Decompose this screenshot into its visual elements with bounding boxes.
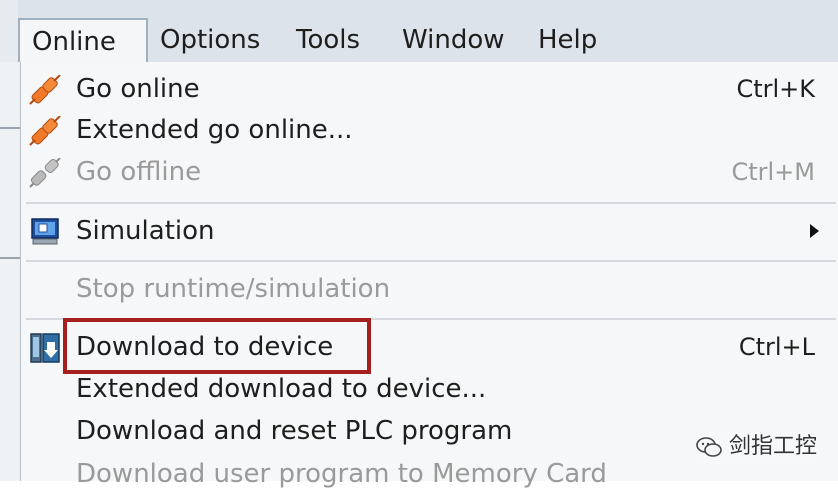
menu-item-stop-runtime[interactable]: Stop runtime/simulation (21, 269, 838, 309)
watermark-text: 剑指工控 (728, 434, 817, 459)
menu-window[interactable]: Window (390, 18, 517, 62)
menu-item-label: Simulation (76, 216, 215, 246)
shortcut-text: Ctrl+K (736, 75, 815, 103)
menu-item-simulation[interactable]: Simulation (21, 211, 838, 251)
wechat-icon (696, 437, 722, 457)
menu-options[interactable]: Options (148, 18, 272, 62)
highlight-annotation-box (63, 318, 371, 374)
menu-item-go-offline[interactable]: Go offline Ctrl+M (21, 152, 838, 192)
download-icon (30, 333, 60, 363)
simulation-icon (31, 218, 59, 245)
go-online-icon (29, 75, 61, 105)
go-online-icon (29, 116, 61, 146)
menu-help[interactable]: Help (526, 18, 609, 62)
menu-item-label: Go online (76, 74, 200, 104)
background-window-edge (0, 62, 20, 481)
shortcut-text: Ctrl+L (738, 333, 815, 361)
menu-online[interactable]: Online (18, 18, 148, 62)
menu-bar-edge (0, 0, 18, 62)
menu-separator (26, 202, 836, 204)
menu-separator (26, 260, 836, 262)
shortcut-text: Ctrl+M (731, 158, 815, 186)
menu-item-label: Download user program to Memory Card (76, 459, 607, 489)
menu-tools[interactable]: Tools (284, 18, 372, 62)
menu-item-label: Go offline (76, 157, 202, 187)
menu-item-label: Extended go online... (76, 115, 353, 145)
menu-item-label: Stop runtime/simulation (76, 274, 391, 304)
menu-item-go-online[interactable]: Go online Ctrl+K (21, 69, 838, 109)
submenu-arrow-icon (810, 224, 819, 238)
online-dropdown-menu: Go online Ctrl+K Extended go online... G… (20, 62, 838, 489)
menu-item-extended-go-online[interactable]: Extended go online... (21, 110, 838, 150)
go-offline-icon (29, 158, 61, 188)
menu-item-extended-download[interactable]: Extended download to device... (21, 369, 838, 409)
menu-item-label: Download and reset PLC program (76, 416, 513, 446)
menu-bar: Online Options Tools Window Help (0, 0, 838, 63)
menu-item-label: Extended download to device... (76, 374, 487, 404)
watermark: 剑指工控 (694, 432, 817, 462)
